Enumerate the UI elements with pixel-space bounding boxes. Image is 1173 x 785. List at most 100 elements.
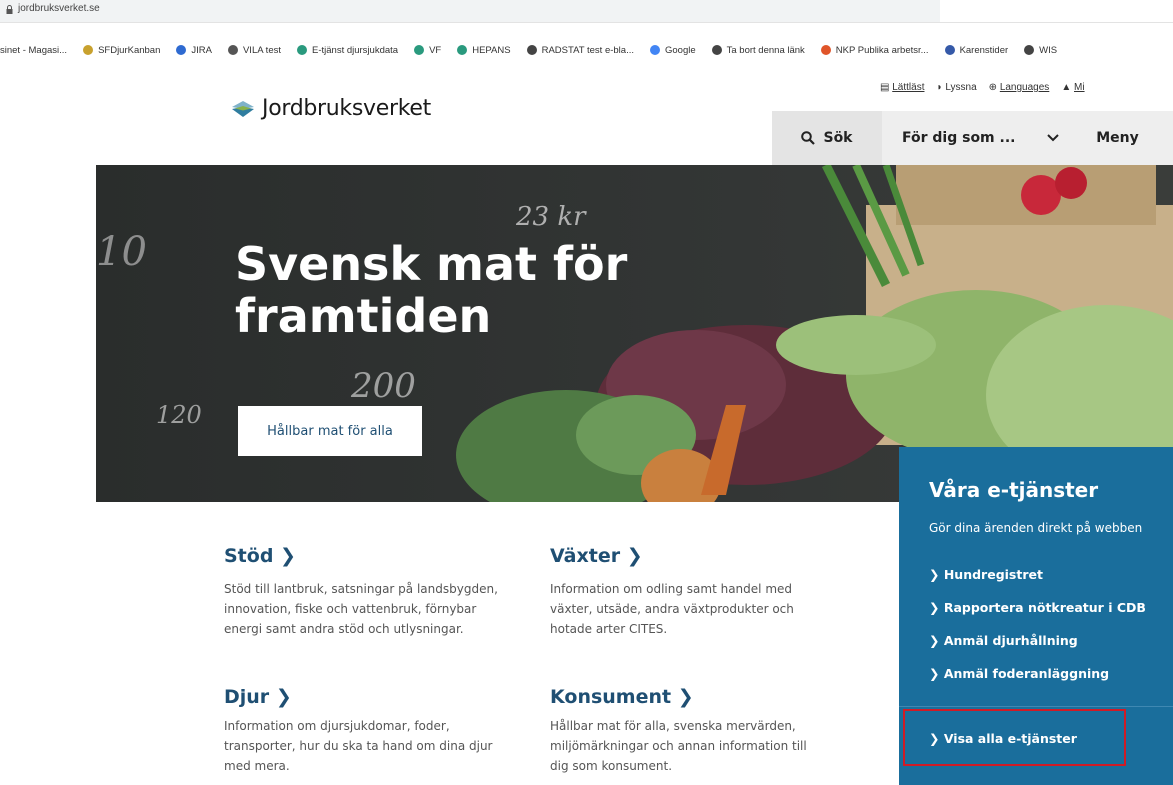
languages-link[interactable]: ⊕ Languages	[989, 82, 1050, 93]
bookmark-label: WIS	[1039, 44, 1058, 56]
my-pages-link[interactable]: ▲ Mi	[1061, 82, 1084, 93]
bookmark-item[interactable]: NKP Publika arbetsr...	[820, 44, 929, 56]
category-konsument[interactable]: Konsument ❯ Hållbar mat för alla, svensk…	[550, 686, 807, 776]
category-title: Konsument	[550, 686, 672, 708]
address-bar-extension	[940, 0, 1173, 23]
category-desc-line: innovation, fiske och vattenbruk, förnyb…	[224, 602, 477, 616]
svg-text:200: 200	[350, 366, 416, 406]
jira-icon	[176, 45, 187, 55]
category-djur[interactable]: Djur ❯ Information om djursjukdomar, fod…	[224, 686, 492, 776]
bookmark-label: sinet - Magasi...	[0, 44, 68, 56]
easy-read-link[interactable]: ▤ Lättläst	[880, 82, 924, 93]
category-desc-line: miljömärkningar och annan information ti…	[550, 739, 807, 753]
bookmark-item[interactable]: HEPANS	[457, 44, 511, 56]
chevron-down-icon	[1047, 134, 1060, 142]
chevron-right-icon: ❯	[929, 600, 940, 615]
category-desc-line: hotade arter CITES.	[550, 622, 668, 636]
globe-icon	[711, 45, 722, 55]
search-button[interactable]: Sök	[772, 111, 882, 165]
diamond-icon	[457, 45, 468, 55]
xb-icon	[227, 45, 238, 55]
url-text[interactable]: jordbruksverket.se	[18, 3, 100, 14]
bookmark-item[interactable]: E-tjänst djursjukdata	[297, 45, 398, 56]
chevron-right-icon: ❯	[929, 666, 940, 681]
hero-title: Svensk mat för framtiden	[235, 238, 695, 342]
kanban-icon	[83, 45, 94, 55]
chevron-right-icon: ❯	[677, 686, 694, 708]
bookmark-item[interactable]: sinet - Magasi...	[0, 45, 67, 56]
globe-icon	[1024, 45, 1035, 55]
all-eservices-link[interactable]: ❯ Visa alla e-tjänster	[929, 731, 1077, 746]
eservice-link-rapportera[interactable]: ❯ Rapportera nötkreatur i CDB	[929, 600, 1146, 615]
search-label: Sök	[823, 130, 853, 146]
hero-cta-button[interactable]: Hållbar mat för alla	[238, 406, 422, 456]
audience-label: För dig som ...	[902, 130, 1016, 146]
eservice-link-foderanlaggning[interactable]: ❯ Anmäl foderanläggning	[929, 666, 1109, 681]
chevron-right-icon: ❯	[929, 731, 940, 746]
utility-nav: ▤ Lättläst ◗ Lyssna ⊕ Languages ▲ Mi	[880, 82, 1085, 93]
category-desc-line: energi samt andra stöd och utlysningar.	[224, 622, 464, 636]
eservices-subtitle: Gör dina ärenden direkt på webben	[929, 521, 1143, 535]
category-desc-line: Information om djursjukdomar, foder,	[224, 719, 450, 733]
category-stod[interactable]: Stöd ❯ Stöd till lantbruk, satsningar på…	[224, 545, 498, 639]
all-eservices-label: Visa alla e-tjänster	[943, 731, 1077, 746]
hero-title-line-2: framtiden	[235, 289, 492, 343]
category-desc-line: Information om odling samt handel med	[550, 582, 793, 596]
bookmark-label: NKP Publika arbetsr...	[835, 44, 929, 56]
chevron-right-icon: ❯	[626, 545, 643, 567]
category-title: Växter	[550, 545, 621, 567]
eservice-link-hundregistret[interactable]: ❯ Hundregistret	[929, 567, 1043, 582]
leaf-icon	[944, 45, 955, 55]
bookmark-item[interactable]: VILA test	[227, 44, 281, 56]
bookmark-label: SFDjurKanban	[98, 44, 161, 56]
globe-icon	[526, 45, 537, 55]
hero-title-line-1: Svensk mat för	[235, 237, 628, 291]
diamond-icon	[414, 45, 425, 55]
category-desc-line: transporter, hur du ska ta hand om dina …	[224, 739, 493, 753]
chevron-right-icon: ❯	[280, 545, 296, 567]
category-desc-line: Hållbar mat för alla, svenska mervärden,	[550, 719, 796, 733]
category-title: Djur	[224, 686, 270, 708]
svg-text:120: 120	[156, 401, 202, 429]
circle-icon	[820, 45, 831, 55]
bookmark-item[interactable]: SFDjurKanban	[83, 45, 160, 56]
audience-dropdown[interactable]: För dig som ...	[882, 111, 1062, 165]
bookmark-item[interactable]: VF	[414, 45, 441, 56]
bookmark-label: E-tjänst djursjukdata	[312, 44, 399, 56]
google-icon	[649, 45, 660, 55]
bookmark-label: Karenstider	[959, 44, 1009, 56]
category-desc-line: växter, utsäde, andra växtprodukter och	[550, 602, 794, 616]
bookmark-item[interactable]: RADSTAT test e-bla...	[526, 44, 634, 56]
bookmark-item[interactable]: Karenstider	[944, 44, 1009, 56]
bookmarks-bar: sinet - Magasi... SFDjurKanban JIRA VILA te…	[0, 40, 1173, 60]
site-logo[interactable]: Jordbruksverket	[232, 96, 431, 121]
eservice-link-djurhallning[interactable]: ❯ Anmäl djurhållning	[929, 633, 1078, 648]
lock-icon	[6, 5, 13, 14]
search-icon	[801, 131, 816, 145]
chevron-right-icon: ❯	[275, 686, 292, 708]
listen-link[interactable]: ◗ Lyssna	[936, 82, 976, 93]
category-desc-line: Stöd till lantbruk, satsningar på landsb…	[224, 582, 498, 596]
category-desc-line: med mera.	[224, 759, 290, 773]
bookmark-label: JIRA	[191, 44, 212, 56]
diamond-icon	[297, 45, 307, 55]
category-title: Stöd	[224, 545, 274, 567]
category-vaxter[interactable]: Växter ❯ Information om odling samt hand…	[550, 545, 794, 639]
eservice-link-label: Anmäl djurhållning	[943, 633, 1078, 648]
bookmark-item[interactable]: Ta bort denna länk	[711, 45, 805, 56]
eservice-link-label: Anmäl foderanläggning	[943, 666, 1110, 681]
eservices-title: Våra e-tjänster	[929, 478, 1099, 502]
address-bar[interactable]	[0, 0, 940, 23]
bookmark-label: HEPANS	[472, 44, 511, 56]
bookmark-item[interactable]: WIS	[1024, 45, 1057, 56]
menu-label: Meny	[1096, 130, 1139, 146]
bookmark-label: RADSTAT test e-bla...	[541, 44, 634, 56]
menu-button[interactable]: Meny	[1062, 111, 1173, 165]
logo-icon	[232, 100, 254, 117]
divider	[899, 706, 1173, 707]
bookmark-label: VILA test	[242, 44, 281, 56]
logo-text: Jordbruksverket	[262, 96, 431, 121]
bookmark-item[interactable]: Google	[649, 45, 696, 56]
eservice-link-label: Hundregistret	[943, 567, 1043, 582]
bookmark-item[interactable]: JIRA	[176, 45, 212, 56]
